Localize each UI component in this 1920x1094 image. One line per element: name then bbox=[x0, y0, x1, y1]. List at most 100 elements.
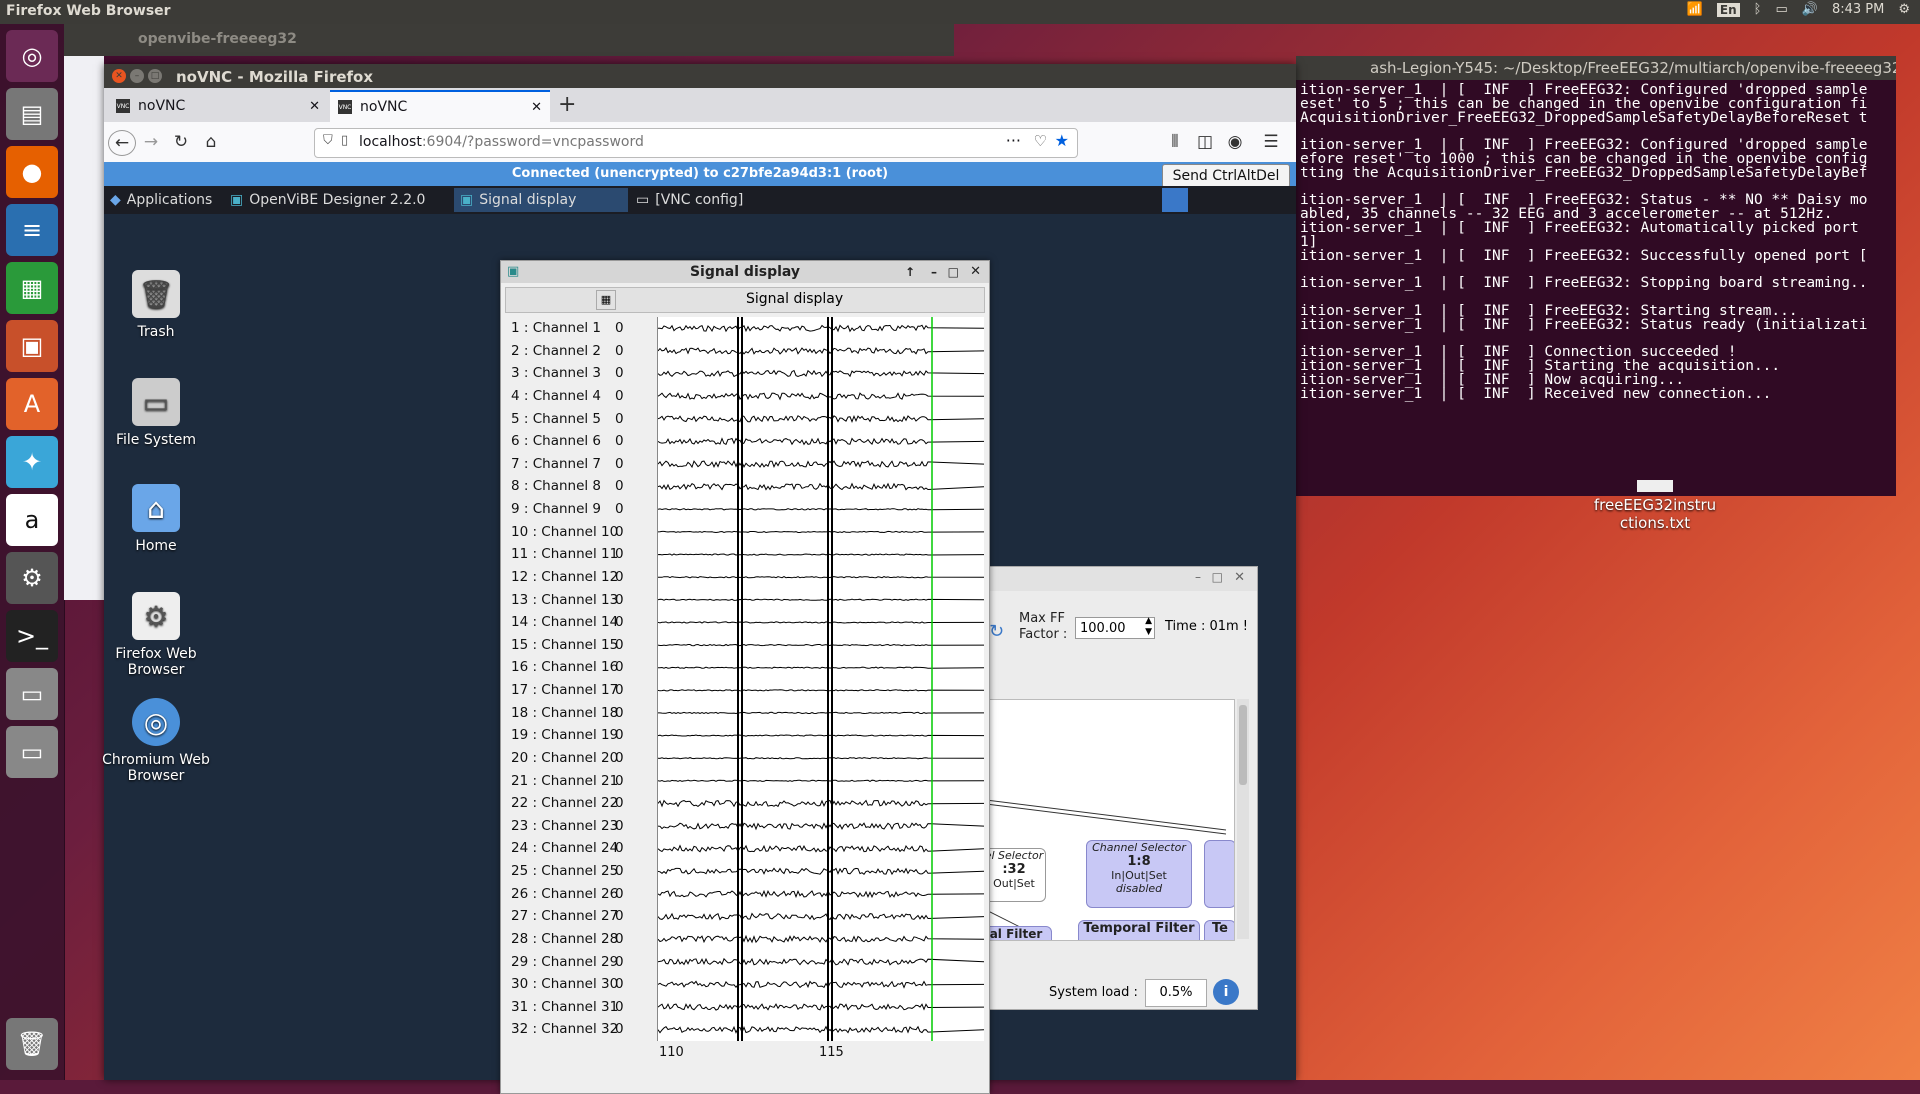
close-window-button[interactable]: ✕ bbox=[112, 69, 126, 83]
tab-close-icon[interactable]: ✕ bbox=[531, 100, 542, 115]
channel-name: 3 : Channel 3 bbox=[511, 365, 602, 382]
new-tab-button[interactable]: + bbox=[558, 92, 576, 117]
channel-name: 14 : Channel 14 bbox=[511, 614, 619, 631]
max-ff-factor-input[interactable]: 100.00 ▲ ▼ bbox=[1075, 616, 1155, 639]
minimize-window-button[interactable]: – bbox=[130, 69, 144, 83]
tab-novnc-1[interactable]: VNC noVNC ✕ bbox=[108, 90, 328, 122]
vnc-canvas[interactable]: Connected (unencrypted) to c27bfe2a94d3:… bbox=[102, 162, 1296, 1094]
node-channel-selector-1[interactable]: el Selector :32 Out|Set bbox=[986, 848, 1046, 902]
stm32-icon[interactable]: ✦ bbox=[6, 436, 58, 488]
close-icon[interactable]: ✕ bbox=[970, 261, 981, 283]
firefox-titlebar[interactable]: ✕ – □ noVNC - Mozilla Firefox bbox=[104, 64, 1296, 88]
designer-titlebar[interactable]: ✕ □ – bbox=[985, 567, 1257, 591]
back-arrow-icon[interactable]: ← bbox=[108, 130, 136, 156]
channel-name: 5 : Channel 5 bbox=[511, 410, 602, 427]
tab-label: noVNC bbox=[360, 99, 408, 115]
software-center-icon[interactable]: A bbox=[6, 378, 58, 430]
shade-up-icon[interactable]: ↑ bbox=[905, 261, 915, 283]
bluetooth-icon[interactable]: ᛒ bbox=[1754, 2, 1762, 17]
ubuntu-dash-icon[interactable]: ◎ bbox=[6, 30, 58, 82]
workspace-switcher[interactable] bbox=[1162, 188, 1188, 212]
reload-icon[interactable]: ↻ bbox=[168, 130, 194, 154]
writer-icon[interactable]: ≡ bbox=[6, 204, 58, 256]
library-icon[interactable]: ⫴ bbox=[1162, 130, 1188, 154]
close-icon[interactable]: ✕ bbox=[1234, 570, 1245, 585]
applications-menu[interactable]: ◆ Applications bbox=[104, 188, 218, 212]
files-icon[interactable]: ▤ bbox=[6, 88, 58, 140]
menu-icon[interactable]: ☰ bbox=[1258, 130, 1284, 154]
terminal-output[interactable]: ition-server_1 | [ INF ] FreeEEG32: Conf… bbox=[1296, 82, 1896, 496]
firefox-icon[interactable]: ● bbox=[6, 146, 58, 198]
toolbar-settings-icon[interactable]: ▦ bbox=[596, 290, 616, 310]
minimize-icon[interactable]: – bbox=[1195, 570, 1201, 584]
amazon-icon[interactable]: a bbox=[6, 494, 58, 546]
channel-name: 2 : Channel 2 bbox=[511, 342, 602, 359]
info-icon[interactable]: i bbox=[1213, 979, 1239, 1005]
impress-icon[interactable]: ▣ bbox=[6, 320, 58, 372]
shield-icon[interactable]: ⛉ bbox=[323, 133, 333, 148]
desktop-icon-firefox[interactable]: ⚙ Firefox Web Browser bbox=[96, 592, 216, 678]
trash-icon[interactable]: 🗑 bbox=[6, 1018, 58, 1070]
task-openvibe-designer[interactable]: ▣ OpenViBE Designer 2.2.0 bbox=[224, 188, 484, 212]
desktop-icon-filesystem[interactable]: ▭ File System bbox=[96, 378, 216, 448]
page-info-icon[interactable]: ▯ bbox=[341, 133, 348, 148]
pocket-icon[interactable]: ♡ bbox=[1034, 132, 1047, 150]
battery-icon[interactable]: ▭ bbox=[1775, 2, 1787, 17]
tab-label: noVNC bbox=[138, 98, 186, 114]
minimize-icon[interactable]: – bbox=[931, 261, 937, 283]
task-signal-display[interactable]: ▣ Signal display bbox=[454, 188, 628, 212]
tab-close-icon[interactable]: ✕ bbox=[309, 99, 320, 114]
channel-value: 0 bbox=[615, 501, 624, 517]
node-temporal-filter[interactable]: Temporal Filter bbox=[1078, 920, 1200, 940]
openvibe-icon: ▣ bbox=[507, 264, 520, 279]
url-bar[interactable]: ⛉ ▯ localhost:6904/?password=vncpassword… bbox=[314, 128, 1078, 158]
background-window-titlebar[interactable]: openvibe-freeeeg32 bbox=[64, 24, 954, 56]
account-icon[interactable]: ◉ bbox=[1222, 130, 1248, 154]
keyboard-layout-indicator[interactable]: En bbox=[1716, 2, 1740, 17]
home-icon[interactable]: ⌂ bbox=[198, 130, 224, 154]
channel-row: 13 : Channel 13 0 bbox=[511, 589, 624, 611]
signal-display-window[interactable]: ▣ Signal display ✕ □ – ↑ ▦ Signal displa… bbox=[500, 260, 990, 1094]
openvibe-designer-window[interactable]: ✕ □ – ↻ Max FF Factor : 100.00 ▲ ▼ Time :… bbox=[984, 566, 1258, 1010]
node-temporal-filter-2[interactable]: Te bbox=[1204, 920, 1234, 940]
maximize-window-button[interactable]: □ bbox=[148, 69, 162, 83]
sidebar-icon[interactable]: ◫ bbox=[1192, 130, 1218, 154]
terminal-window[interactable]: ash-Legion-Y545: ~/Desktop/FreeEEG32/mul… bbox=[1296, 56, 1896, 496]
wifi-icon[interactable]: 📶 bbox=[1687, 2, 1703, 17]
clock[interactable]: 8:43 PM bbox=[1832, 2, 1884, 17]
bookmark-star-icon[interactable]: ★ bbox=[1055, 131, 1069, 150]
home-folder-icon: ⌂ bbox=[132, 484, 180, 532]
page-actions-icon[interactable]: ··· bbox=[1006, 131, 1021, 150]
channel-row: 16 : Channel 16 0 bbox=[511, 656, 624, 678]
calc-icon[interactable]: ▦ bbox=[6, 262, 58, 314]
time-label: Time : 01m ! bbox=[1165, 619, 1249, 634]
maximize-icon[interactable]: □ bbox=[1212, 570, 1223, 584]
channel-trace bbox=[657, 643, 985, 647]
terminal-title[interactable]: ash-Legion-Y545: ~/Desktop/FreeEEG32/mul… bbox=[1296, 56, 1896, 80]
scenario-canvas[interactable]: el Selector :32 Out|Set Channel Selector… bbox=[985, 699, 1235, 941]
node-temporal-filter-3[interactable]: al Filter bbox=[986, 926, 1052, 940]
drive-icon-2[interactable]: ▭ bbox=[6, 726, 58, 778]
channel-name: 25 : Channel 25 bbox=[511, 863, 619, 879]
desktop-file-instructions[interactable]: freeEEG32instructions.txt bbox=[1580, 480, 1730, 532]
refresh-icon[interactable]: ↻ bbox=[989, 621, 1004, 642]
task-vnc-config[interactable]: ▭ [VNC config] bbox=[630, 188, 830, 212]
desktop-icon-home[interactable]: ⌂ Home bbox=[96, 484, 216, 554]
vertical-scrollbar[interactable] bbox=[1237, 699, 1249, 939]
terminal-icon[interactable]: >_ bbox=[6, 610, 58, 662]
signal-display-titlebar[interactable]: ▣ Signal display ✕ □ – ↑ bbox=[501, 261, 989, 283]
system-settings-icon[interactable]: ⚙ bbox=[6, 552, 58, 604]
send-ctrl-alt-del-button[interactable]: Send CtrlAltDel bbox=[1162, 164, 1290, 188]
volume-icon[interactable]: 🔊 bbox=[1802, 2, 1818, 17]
desktop-icon-chromium[interactable]: ◎ Chromium Web Browser bbox=[96, 698, 216, 784]
spin-stepper-icon[interactable]: ▲ ▼ bbox=[1145, 616, 1152, 638]
signal-plot-area[interactable] bbox=[657, 317, 985, 1041]
maximize-icon[interactable]: □ bbox=[948, 261, 959, 283]
tab-novnc-2[interactable]: VNC noVNC ✕ bbox=[330, 90, 550, 122]
power-gear-icon[interactable]: ⚙ bbox=[1898, 2, 1910, 17]
desktop-icon-trash[interactable]: 🗑 Trash bbox=[96, 270, 216, 340]
drive-icon[interactable]: ▭ bbox=[6, 668, 58, 720]
node-channel-selector-2[interactable]: Channel Selector 1:8 In|Out|Set disabled bbox=[1086, 840, 1192, 908]
forward-arrow-icon[interactable]: → bbox=[138, 130, 164, 154]
node-partial[interactable] bbox=[1204, 840, 1234, 908]
